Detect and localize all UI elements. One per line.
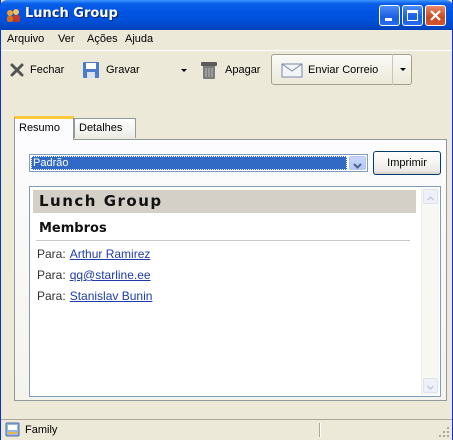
chevron-down-icon <box>426 385 435 391</box>
member-prefix: Para: <box>37 247 66 261</box>
send-mail-dropdown-button[interactable] <box>392 54 412 85</box>
send-mail-content[interactable]: Enviar Correio <box>281 58 378 82</box>
contact-group-window: Lunch Group Arquivo Ver Ações Ajuda Fech… <box>0 0 453 440</box>
send-mail-label: Enviar Correio <box>308 64 379 76</box>
menu-bar: Arquivo Ver Ações Ajuda <box>1 30 452 49</box>
floppy-disk-icon <box>83 62 99 78</box>
menu-arquivo[interactable]: Arquivo <box>7 33 44 45</box>
member-row: Para: qq@starline.ee <box>37 268 151 282</box>
scroll-down-button[interactable] <box>423 378 438 393</box>
members-heading: Membros <box>39 221 107 236</box>
maximize-button[interactable] <box>402 5 423 26</box>
menu-acoes[interactable]: Ações <box>87 33 118 45</box>
delete-label: Apagar <box>225 64 261 76</box>
template-select-dropdown[interactable] <box>349 156 366 170</box>
chevron-down-icon <box>353 163 362 169</box>
menu-ajuda[interactable]: Ajuda <box>125 33 153 45</box>
member-prefix: Para: <box>37 268 66 282</box>
maximize-icon <box>407 10 418 21</box>
member-link[interactable]: Arthur Ramirez <box>70 247 151 261</box>
toolbar: Fechar Gravar Apagar Enviar Correio <box>1 50 452 89</box>
members-divider <box>36 240 410 241</box>
menu-ver[interactable]: Ver <box>58 33 75 45</box>
close-x-icon <box>10 63 24 77</box>
member-link[interactable]: Stanislav Bunin <box>70 289 153 303</box>
minimize-button[interactable] <box>379 5 400 26</box>
close-contact-button[interactable]: Fechar <box>9 58 64 82</box>
summary-view: Lunch Group Membros Para: Arthur Ramirez … <box>29 186 441 397</box>
trash-can-icon <box>201 62 217 79</box>
close-icon <box>430 10 441 21</box>
template-select-value: Padrão <box>31 156 347 170</box>
delete-button[interactable]: Apagar <box>198 58 260 82</box>
close-contact-label: Fechar <box>30 64 65 76</box>
group-contacts-icon <box>5 7 21 23</box>
window-title: Lunch Group <box>25 6 118 21</box>
member-prefix: Para: <box>37 289 66 303</box>
tab-detalhes[interactable]: Detalhes <box>74 118 136 138</box>
category-icon <box>5 422 20 437</box>
chevron-down-icon <box>181 69 187 72</box>
envelope-icon <box>281 63 303 78</box>
resize-grip-icon[interactable] <box>438 426 450 438</box>
close-window-button[interactable] <box>425 5 446 26</box>
status-bar: Family <box>1 419 452 440</box>
member-link[interactable]: qq@starline.ee <box>70 268 151 282</box>
chevron-up-icon <box>426 195 435 201</box>
group-name-heading: Lunch Group <box>33 190 416 213</box>
status-separator <box>319 423 321 437</box>
member-row: Para: Arthur Ramirez <box>37 247 150 261</box>
template-select[interactable]: Padrão <box>29 154 368 172</box>
title-bar[interactable]: Lunch Group <box>0 0 453 30</box>
minimize-icon <box>385 18 392 21</box>
scroll-up-button[interactable] <box>423 189 438 204</box>
print-button[interactable]: Imprimir <box>373 151 441 175</box>
chevron-down-icon <box>400 68 406 71</box>
save-label: Gravar <box>106 64 140 76</box>
member-row: Para: Stanislav Bunin <box>37 289 152 303</box>
tab-resumo[interactable]: Resumo <box>14 116 74 140</box>
save-button[interactable]: Gravar <box>81 58 140 82</box>
status-category: Family <box>25 424 58 436</box>
vertical-scrollbar[interactable] <box>421 188 439 395</box>
save-dropdown-button[interactable] <box>178 58 190 82</box>
